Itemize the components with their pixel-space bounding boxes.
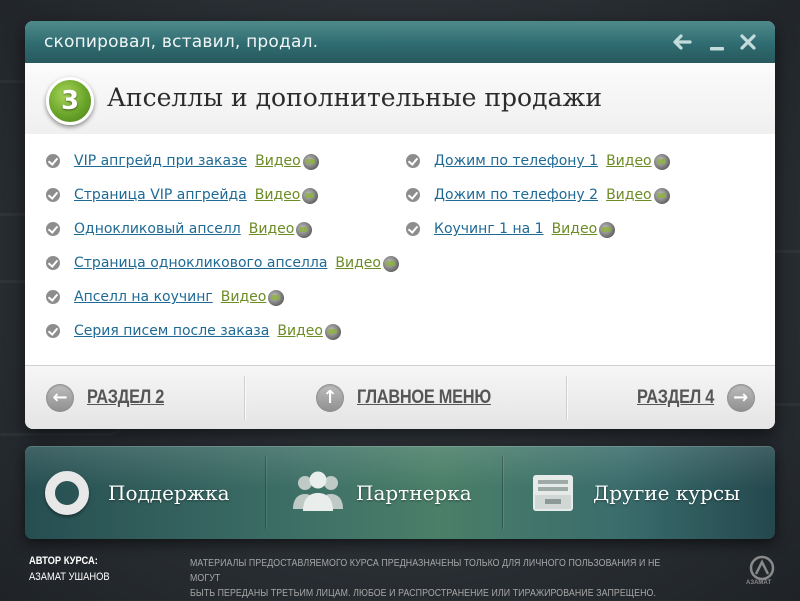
check-circle-icon: [46, 290, 60, 304]
back-icon[interactable]: [670, 30, 694, 54]
next-section-button[interactable]: РАЗДЕЛ 4 →: [637, 383, 755, 413]
lesson-link[interactable]: Серия писем после заказа: [74, 323, 269, 339]
support-label[interactable]: Поддержка: [108, 481, 230, 505]
video-disc-icon[interactable]: [653, 188, 670, 204]
video-disc-icon[interactable]: [302, 188, 319, 204]
video-link[interactable]: Видео: [221, 289, 267, 305]
title-bar: скопировал, вставил, продал.: [25, 21, 775, 63]
list-item: Дожим по телефону 2 Видео: [406, 178, 670, 212]
courses-label[interactable]: Другие курсы: [593, 481, 740, 505]
check-circle-icon: [46, 154, 60, 168]
check-circle-icon: [46, 324, 60, 338]
video-link[interactable]: Видео: [606, 187, 652, 203]
copyright-line: МАТЕРИАЛЫ ПРЕДОСТАВЛЯЕМОГО КУРСА ПРЕДНАЗ…: [190, 558, 661, 584]
author-label: АВТОР КУРСА:: [29, 555, 98, 567]
people-icon[interactable]: [290, 467, 343, 519]
check-circle-icon: [406, 188, 420, 202]
lesson-list: VIP апгрейд при заказе Видео Страница VIP…: [25, 134, 775, 365]
author-name: АЗАМАТ УШАНОВ: [29, 571, 110, 583]
list-item: Страница однокликового апселла Видео: [46, 246, 399, 280]
video-link[interactable]: Видео: [255, 153, 301, 169]
minimize-icon[interactable]: [705, 30, 729, 54]
lifebuoy-icon[interactable]: [42, 467, 94, 519]
logo-text: АЗАМАТ: [746, 580, 772, 586]
list-item: Дожим по телефону 1 Видео: [406, 144, 670, 178]
list-item: Однокликовый апселл Видео: [46, 212, 399, 246]
inbox-tray-icon[interactable]: [527, 467, 579, 519]
copyright-line: БЫТЬ ПЕРЕДАНЫ ТРЕТЬИМ ЛИЦАМ. ЛЮБОЕ И РАС…: [190, 588, 657, 599]
arrow-right-circle-icon[interactable]: →: [726, 384, 755, 412]
main-menu-button[interactable]: ↑ ГЛАВНОЕ МЕНЮ: [316, 383, 513, 413]
copyright-notice: МАТЕРИАЛЫ ПРЕДОСТАВЛЯЕМОГО КУРСА ПРЕДНАЗ…: [190, 556, 683, 601]
step-badge: 3: [46, 77, 94, 125]
main-menu-label[interactable]: ГЛАВНОЕ МЕНЮ: [357, 387, 491, 409]
lesson-link[interactable]: Коучинг 1 на 1: [434, 221, 544, 237]
video-disc-icon[interactable]: [324, 324, 341, 340]
video-disc-icon[interactable]: [599, 222, 616, 238]
partner-label[interactable]: Партнерка: [356, 481, 472, 505]
video-disc-icon[interactable]: [382, 256, 399, 272]
video-link[interactable]: Видео: [255, 187, 301, 203]
main-window: скопировал, вставил, продал. 3 Апселлы и…: [25, 21, 775, 429]
prev-section-label[interactable]: РАЗДЕЛ 2: [87, 387, 164, 409]
window-title: скопировал, вставил, продал.: [44, 32, 319, 52]
arrow-left-circle-icon[interactable]: ←: [46, 384, 74, 412]
check-circle-icon: [406, 154, 420, 168]
section-title: Апселлы и дополнительные продажи: [107, 83, 603, 112]
nav-divider: [566, 376, 567, 420]
panel-divider: [502, 456, 503, 529]
lesson-column-left: VIP апгрейд при заказе Видео Страница VIP…: [46, 144, 399, 348]
nav-divider: [244, 376, 245, 420]
lesson-link[interactable]: Однокликовый апселл: [74, 221, 241, 237]
lesson-link[interactable]: Дожим по телефону 1: [434, 153, 598, 169]
list-item: Страница VIP апгрейда Видео: [46, 178, 399, 212]
check-circle-icon: [46, 256, 60, 270]
logo-icon: [749, 555, 775, 581]
video-link[interactable]: Видео: [552, 221, 598, 237]
video-disc-icon[interactable]: [268, 290, 285, 306]
video-disc-icon[interactable]: [653, 154, 670, 170]
check-circle-icon: [46, 188, 60, 202]
close-icon[interactable]: [736, 30, 760, 54]
list-item: VIP апгрейд при заказе Видео: [46, 144, 399, 178]
lesson-link[interactable]: Страница VIP апгрейда: [74, 187, 247, 203]
list-item: Коучинг 1 на 1 Видео: [406, 212, 670, 246]
list-item: Апселл на коучинг Видео: [46, 280, 399, 314]
list-item: Серия писем после заказа Видео: [46, 314, 399, 348]
partner-button[interactable]: Партнерка: [290, 446, 472, 539]
video-link[interactable]: Видео: [335, 255, 381, 271]
lesson-link[interactable]: Дожим по телефону 2: [434, 187, 598, 203]
lesson-column-right: Дожим по телефону 1 Видео Дожим по телефо…: [406, 144, 670, 246]
support-button[interactable]: Поддержка: [42, 446, 230, 539]
video-disc-icon[interactable]: [296, 222, 313, 238]
lesson-link[interactable]: Страница однокликового апселла: [74, 255, 327, 271]
video-disc-icon[interactable]: [302, 154, 319, 170]
check-circle-icon: [406, 222, 420, 236]
lesson-link[interactable]: Апселл на коучинг: [74, 289, 213, 305]
section-navigation: ← РАЗДЕЛ 2 ↑ ГЛАВНОЕ МЕНЮ РАЗДЕЛ 4 →: [25, 365, 775, 429]
panel-divider: [265, 456, 266, 529]
prev-section-button[interactable]: ← РАЗДЕЛ 2: [46, 383, 177, 413]
video-link[interactable]: Видео: [277, 323, 323, 339]
video-link[interactable]: Видео: [606, 153, 652, 169]
bottom-panel: Поддержка Партнерка Другие курсы: [25, 446, 775, 539]
check-circle-icon: [46, 222, 60, 236]
arrow-up-circle-icon[interactable]: ↑: [316, 384, 344, 412]
courses-button[interactable]: Другие курсы: [527, 446, 740, 539]
lesson-link[interactable]: VIP апгрейд при заказе: [74, 153, 247, 169]
video-link[interactable]: Видео: [249, 221, 295, 237]
next-section-label[interactable]: РАЗДЕЛ 4: [637, 387, 714, 409]
